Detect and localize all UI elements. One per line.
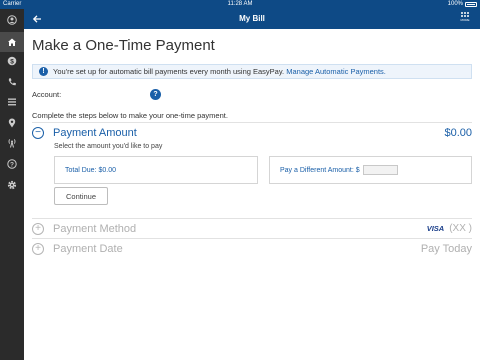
different-amount-option[interactable]: Pay a Different Amount: $	[269, 156, 472, 184]
more-label: MORE	[460, 18, 470, 22]
total-due-option[interactable]: Total Due: $0.00	[54, 156, 258, 184]
payment-amount-heading: Payment Amount	[53, 126, 137, 139]
card-number-mask: (XX )	[449, 223, 472, 234]
info-icon: !	[39, 67, 48, 76]
app-bar-title: My Bill	[239, 14, 265, 23]
account-icon	[7, 15, 17, 25]
status-bar: Carrier 11:28 AM 100%	[0, 0, 480, 9]
svg-text:$: $	[10, 58, 14, 65]
steps-intro: Complete the steps below to make your on…	[32, 111, 228, 120]
collapse-icon[interactable]: −	[32, 126, 44, 139]
different-amount-label: Pay a Different Amount: $	[280, 166, 360, 174]
more-grid-icon	[461, 12, 469, 17]
sidebar-item-billing[interactable]: $	[0, 51, 24, 71]
main-content: Make a One-Time Payment ! You're set up …	[32, 29, 472, 258]
expand-icon[interactable]: +	[32, 222, 44, 235]
sidebar-item-network[interactable]	[0, 133, 24, 153]
settings-icon	[7, 180, 17, 190]
easypay-info-banner: ! You're set up for automatic bill payme…	[32, 64, 472, 79]
sidebar-item-help[interactable]: ?	[0, 154, 24, 174]
payment-amount-header[interactable]: − Payment Amount $0.00	[32, 122, 472, 142]
location-icon	[8, 118, 16, 128]
payment-amount-body: Select the amount you'd like to pay Tota…	[32, 142, 472, 205]
sidebar-item-location[interactable]	[0, 113, 24, 133]
payment-method-heading: Payment Method	[53, 222, 137, 235]
visa-logo-icon: VISA	[426, 224, 445, 233]
app-bar: My Bill MORE	[24, 9, 480, 29]
phone-icon	[8, 78, 16, 86]
payment-method-header[interactable]: + Payment Method VISA (XX )	[32, 218, 472, 238]
page-title: Make a One-Time Payment	[32, 37, 215, 54]
home-icon	[8, 38, 16, 46]
different-amount-input[interactable]	[362, 165, 398, 175]
battery-icon	[465, 2, 477, 7]
continue-button[interactable]: Continue	[54, 187, 108, 205]
sidebar-item-list[interactable]	[0, 92, 24, 112]
account-row: Account: ?	[32, 88, 472, 102]
clock: 11:28 AM	[227, 1, 253, 7]
payment-date-value: Pay Today	[420, 242, 472, 255]
total-due-label: Total Due: $0.00	[65, 166, 116, 174]
more-button[interactable]: MORE	[458, 12, 472, 26]
svg-text:?: ?	[10, 161, 14, 168]
sidebar-item-phone[interactable]	[0, 72, 24, 92]
sidebar-item-settings[interactable]	[0, 175, 24, 195]
account-help-icon[interactable]: ?	[150, 89, 161, 100]
billing-icon: $	[7, 56, 17, 66]
sidebar-item-home[interactable]	[0, 32, 24, 52]
select-amount-text: Select the amount you'd like to pay	[54, 143, 163, 150]
payment-date-heading: Payment Date	[53, 242, 123, 255]
info-text: You're set up for automatic bill payment…	[53, 67, 285, 76]
account-label: Account:	[32, 90, 62, 99]
manage-automatic-payments-link[interactable]: Manage Automatic Payments.	[286, 67, 386, 76]
payment-amount-value: $0.00	[444, 126, 472, 139]
expand-icon[interactable]: +	[32, 242, 44, 255]
network-icon	[8, 139, 16, 148]
payment-date-header[interactable]: + Payment Date Pay Today	[32, 238, 472, 258]
sidebar: $ ?	[0, 9, 24, 360]
battery-percent: 100%	[447, 1, 463, 7]
sidebar-item-account[interactable]	[0, 10, 24, 30]
battery-indicator: 100%	[448, 0, 477, 9]
help-icon: ?	[7, 159, 17, 169]
list-icon	[8, 98, 16, 106]
